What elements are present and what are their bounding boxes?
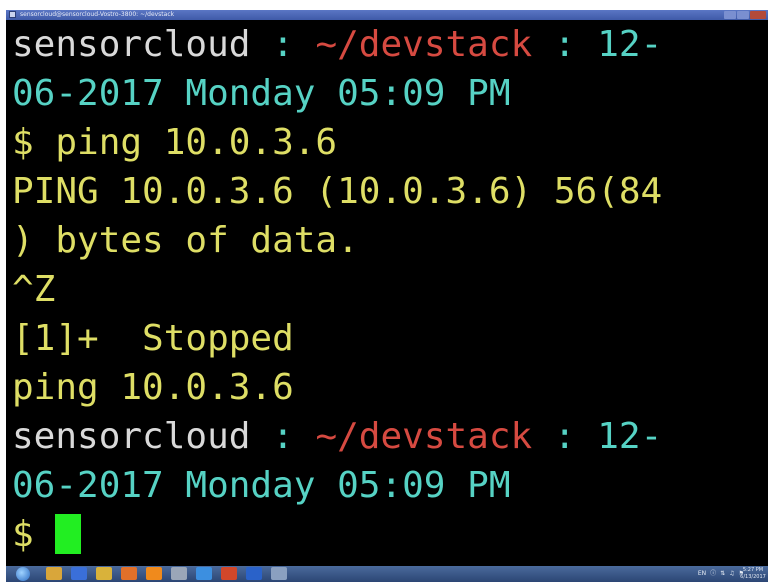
terminal-line: sensorcloud : ~/devstack : 12-	[12, 412, 768, 461]
terminal-line: ) bytes of data.	[12, 216, 768, 265]
terminal-output[interactable]: sensorcloud : ~/devstack : 12- 06-2017 Mo…	[12, 20, 768, 559]
terminal-line: sensorcloud : ~/devstack : 12-	[12, 20, 768, 69]
prompt-user: sensorcloud	[12, 416, 251, 457]
terminal-text: ) bytes of data.	[12, 220, 359, 261]
terminal-window[interactable]: sensorcloud@sensorcloud-Vostro-3800: ~/d…	[6, 10, 768, 566]
firefox-icon[interactable]	[121, 567, 137, 580]
terminal-line: 06-2017 Monday 05:09 PM	[12, 461, 768, 510]
terminal-text: [1]+ Stopped	[12, 318, 294, 359]
terminal-line: $	[12, 510, 768, 559]
minimize-button[interactable]	[724, 11, 736, 19]
prompt-separator: :	[250, 416, 316, 457]
terminal-text: ping 10.0.3.6	[12, 367, 294, 408]
volume-icon[interactable]: ♫	[729, 570, 734, 577]
close-button[interactable]	[750, 11, 766, 19]
prompt-path: ~/devstack	[315, 416, 533, 457]
terminal-text: $ ping 10.0.3.6	[12, 122, 338, 163]
terminal-line: $ ping 10.0.3.6	[12, 118, 768, 167]
terminal-text: 06-2017 Monday 05:09 PM	[12, 73, 511, 114]
prompt-date: 12-	[597, 416, 663, 457]
settings-icon[interactable]	[171, 567, 187, 580]
terminal-line: PING 10.0.3.6 (10.0.3.6) 56(84	[12, 167, 768, 216]
system-tray: EN ⓘ ⇅ ♫ ⚑	[694, 568, 744, 580]
network-icon[interactable]: ⇅	[720, 570, 725, 577]
taskbar: EN ⓘ ⇅ ♫ ⚑ 5:27 PM 6/13/2017	[6, 566, 768, 582]
explorer-icon[interactable]	[46, 567, 62, 580]
window-controls	[723, 11, 766, 19]
terminal-icon	[9, 11, 16, 18]
clock-date: 6/13/2017	[740, 574, 766, 580]
internet-explorer-icon[interactable]	[196, 567, 212, 580]
terminal-line: ^Z	[12, 265, 768, 314]
language-indicator[interactable]: EN	[698, 570, 706, 577]
help-icon[interactable]: ⓘ	[710, 570, 716, 577]
prompt-separator: :	[250, 24, 316, 65]
prompt-separator: :	[532, 24, 598, 65]
clock[interactable]: 5:27 PM 6/13/2017	[740, 567, 766, 581]
terminal-line: 06-2017 Monday 05:09 PM	[12, 69, 768, 118]
start-button[interactable]	[16, 567, 30, 581]
input-prompt: $	[12, 514, 56, 555]
putty-icon[interactable]	[271, 567, 287, 580]
teamviewer-icon[interactable]	[246, 567, 262, 580]
terminal-line: ping 10.0.3.6	[12, 363, 768, 412]
text-cursor[interactable]	[55, 514, 82, 554]
maximize-button[interactable]	[737, 11, 749, 19]
folder-icon[interactable]	[96, 567, 112, 580]
taskbar-apps	[46, 567, 296, 581]
clock-time: 5:27 PM	[742, 567, 764, 573]
prompt-date: 12-	[597, 24, 663, 65]
powerpoint-icon[interactable]	[221, 567, 237, 580]
terminal-text: ^Z	[12, 269, 56, 310]
terminal-text: 06-2017 Monday 05:09 PM	[12, 465, 511, 506]
media-player-icon[interactable]	[71, 567, 87, 580]
prompt-path: ~/devstack	[315, 24, 533, 65]
vlc-icon[interactable]	[146, 567, 162, 580]
window-title: sensorcloud@sensorcloud-Vostro-3800: ~/d…	[20, 11, 175, 18]
prompt-separator: :	[532, 416, 598, 457]
desktop: sensorcloud@sensorcloud-Vostro-3800: ~/d…	[0, 0, 770, 582]
terminal-text: PING 10.0.3.6 (10.0.3.6) 56(84	[12, 171, 663, 212]
terminal-line: [1]+ Stopped	[12, 314, 768, 363]
prompt-user: sensorcloud	[12, 24, 251, 65]
window-titlebar[interactable]: sensorcloud@sensorcloud-Vostro-3800: ~/d…	[6, 10, 768, 20]
